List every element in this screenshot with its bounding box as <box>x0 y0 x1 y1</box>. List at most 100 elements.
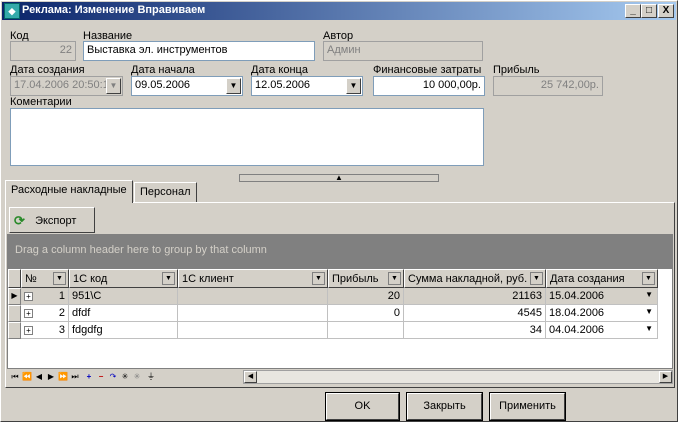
comment-label: Коментарии <box>10 96 72 108</box>
table-row-cell[interactable]: 15.04.2006 ▼ <box>546 288 658 305</box>
chevron-up-icon: ▲ <box>335 173 343 182</box>
chevron-down-icon: ▼ <box>106 78 121 94</box>
data-sozdaniya-value: 17.04.2006 20:50:1 <box>14 79 109 91</box>
export-button[interactable]: ⟳ Экспорт <box>9 207 95 233</box>
column-header-date-label: Дата создания <box>550 273 625 285</box>
group-hint: Drag a column header here to group by th… <box>15 244 267 256</box>
table-row-cell[interactable] <box>178 288 328 305</box>
row-indicator <box>8 305 21 322</box>
comment-textarea[interactable] <box>10 108 484 166</box>
table-row-cell[interactable]: +2 <box>21 305 69 322</box>
export-label: Экспорт <box>35 214 77 227</box>
grid-navigator: ⏮ ⏪ ◀ ▶ ⏩ ⏭ + − ↷ ✳ ✳ ⏚ ◀ ▶ <box>7 368 673 384</box>
apply-button[interactable]: Применить <box>489 392 566 421</box>
expand-icon[interactable]: + <box>24 309 33 318</box>
title-bar: ◆ Реклама: Изменение Вправиваем _ □ X <box>2 2 676 20</box>
last-page-icon[interactable]: ⏭ <box>69 370 81 383</box>
filter-dropdown-icon[interactable]: ▼ <box>312 272 325 285</box>
table-row-cell[interactable]: 4545 <box>404 305 546 322</box>
next-record-icon[interactable]: ▶ <box>45 370 57 383</box>
table-row-cell[interactable] <box>328 322 404 339</box>
table-row-cell[interactable]: dfdf <box>69 305 178 322</box>
table-row-cell[interactable]: 0 <box>328 305 404 322</box>
filter-icon[interactable]: ⏚ <box>145 370 157 383</box>
data-sozdaniya-field: 17.04.2006 20:50:1 ▼ <box>10 76 123 96</box>
data-nachala-dropdown-button[interactable]: ▼ <box>226 78 241 94</box>
chevron-down-icon[interactable]: ▼ <box>645 324 653 333</box>
delete-icon[interactable]: − <box>95 370 107 383</box>
filter-dropdown-icon[interactable]: ▼ <box>388 272 401 285</box>
column-header-n-label: № <box>25 273 37 285</box>
tab-personal[interactable]: Персонал <box>134 182 197 202</box>
expand-icon[interactable]: + <box>24 326 33 335</box>
data-konca-input[interactable]: 12.05.2006 ▼ <box>251 76 363 96</box>
table-row-cell[interactable] <box>178 322 328 339</box>
group-by-panel[interactable]: Drag a column header here to group by th… <box>7 234 673 268</box>
row-indicator <box>8 322 21 339</box>
app-icon: ◆ <box>4 3 20 19</box>
chevron-down-icon[interactable]: ▼ <box>645 290 653 299</box>
table-row-cell[interactable]: 34 <box>404 322 546 339</box>
first-page-icon[interactable]: ⏮ <box>9 370 21 383</box>
avtor-field: Админ <box>323 41 483 61</box>
table-row-cell[interactable]: 04.04.2006 ▼ <box>546 322 658 339</box>
table-row-cell[interactable]: fdgdfg <box>69 322 178 339</box>
window-title: Реклама: Изменение Вправиваем <box>22 4 206 16</box>
column-header-summa[interactable]: Сумма накладной, руб. ▼ <box>404 269 546 288</box>
filter-dropdown-icon[interactable]: ▼ <box>53 272 66 285</box>
insert-icon[interactable]: + <box>83 370 95 383</box>
next-page-icon[interactable]: ⏩ <box>57 370 69 383</box>
column-header-pribyl-label: Прибыль <box>332 273 379 285</box>
column-header-1c-client-label: 1С клиент <box>182 273 234 285</box>
column-header-n[interactable]: № ▼ <box>21 269 69 288</box>
scroll-left-icon[interactable]: ◀ <box>244 371 257 383</box>
expand-icon[interactable]: + <box>24 292 33 301</box>
fin-label: Финансовые затраты <box>373 64 482 76</box>
column-header-summa-label: Сумма накладной, руб. <box>408 273 528 285</box>
fin-input[interactable]: 10 000,00р. <box>373 76 485 96</box>
maximize-button[interactable]: □ <box>641 4 657 18</box>
ok-button[interactable]: OK <box>325 392 400 421</box>
minimize-button[interactable]: _ <box>625 4 641 18</box>
close-window-button[interactable]: X <box>658 4 674 18</box>
tab-rashodnye-nakladnye[interactable]: Расходные накладные <box>5 180 133 203</box>
kod-field: 22 <box>10 41 76 61</box>
invoices-grid: № ▼ 1С код ▼ 1С клиент ▼ Прибыль ▼ Сумма… <box>7 268 673 384</box>
table-row-cell[interactable]: 18.04.2006 ▼ <box>546 305 658 322</box>
column-header-1c-kod[interactable]: 1С код ▼ <box>69 269 178 288</box>
filter-dropdown-icon[interactable]: ▼ <box>162 272 175 285</box>
prev-page-icon[interactable]: ⏪ <box>21 370 33 383</box>
dialog-window: ◆ Реклама: Изменение Вправиваем _ □ X Ко… <box>0 0 678 422</box>
column-header-pribyl[interactable]: Прибыль ▼ <box>328 269 404 288</box>
column-header-date[interactable]: Дата создания ▼ <box>546 269 658 288</box>
column-header-1c-client[interactable]: 1С клиент ▼ <box>178 269 328 288</box>
data-nachala-input[interactable]: 09.05.2006 ▼ <box>131 76 243 96</box>
data-nachala-label: Дата начала <box>131 64 195 76</box>
cancel-icon[interactable]: ✳ <box>131 370 143 383</box>
horizontal-scrollbar[interactable]: ◀ ▶ <box>243 370 673 384</box>
prev-record-icon[interactable]: ◀ <box>33 370 45 383</box>
table-row-cell[interactable] <box>178 305 328 322</box>
data-sozdaniya-label: Дата создания <box>10 64 85 76</box>
table-row-cell[interactable]: 21163 <box>404 288 546 305</box>
data-konca-dropdown-button[interactable]: ▼ <box>346 78 361 94</box>
data-konca-label: Дата конца <box>251 64 308 76</box>
current-row-arrow-icon: ▶ <box>8 288 21 305</box>
table-row-cell[interactable]: 951\C <box>69 288 178 305</box>
filter-dropdown-icon[interactable]: ▼ <box>530 272 543 285</box>
table-row-cell[interactable]: +1 <box>21 288 69 305</box>
data-konca-value: 12.05.2006 <box>255 79 311 91</box>
chevron-down-icon[interactable]: ▼ <box>645 307 653 316</box>
scroll-right-icon[interactable]: ▶ <box>659 371 672 383</box>
close-button[interactable]: Закрыть <box>406 392 483 421</box>
pribyl-field: 25 742,00р. <box>493 76 603 96</box>
panel-splitter[interactable]: ▲ <box>239 174 439 182</box>
edit-icon[interactable]: ↷ <box>107 370 119 383</box>
header-indicator <box>8 269 21 288</box>
filter-dropdown-icon[interactable]: ▼ <box>642 272 655 285</box>
table-row-cell[interactable]: 20 <box>328 288 404 305</box>
pribyl-label: Прибыль <box>493 64 540 76</box>
nazvanie-input[interactable]: Выставка эл. инструментов <box>83 41 315 61</box>
post-icon[interactable]: ✳ <box>119 370 131 383</box>
table-row-cell[interactable]: +3 <box>21 322 69 339</box>
